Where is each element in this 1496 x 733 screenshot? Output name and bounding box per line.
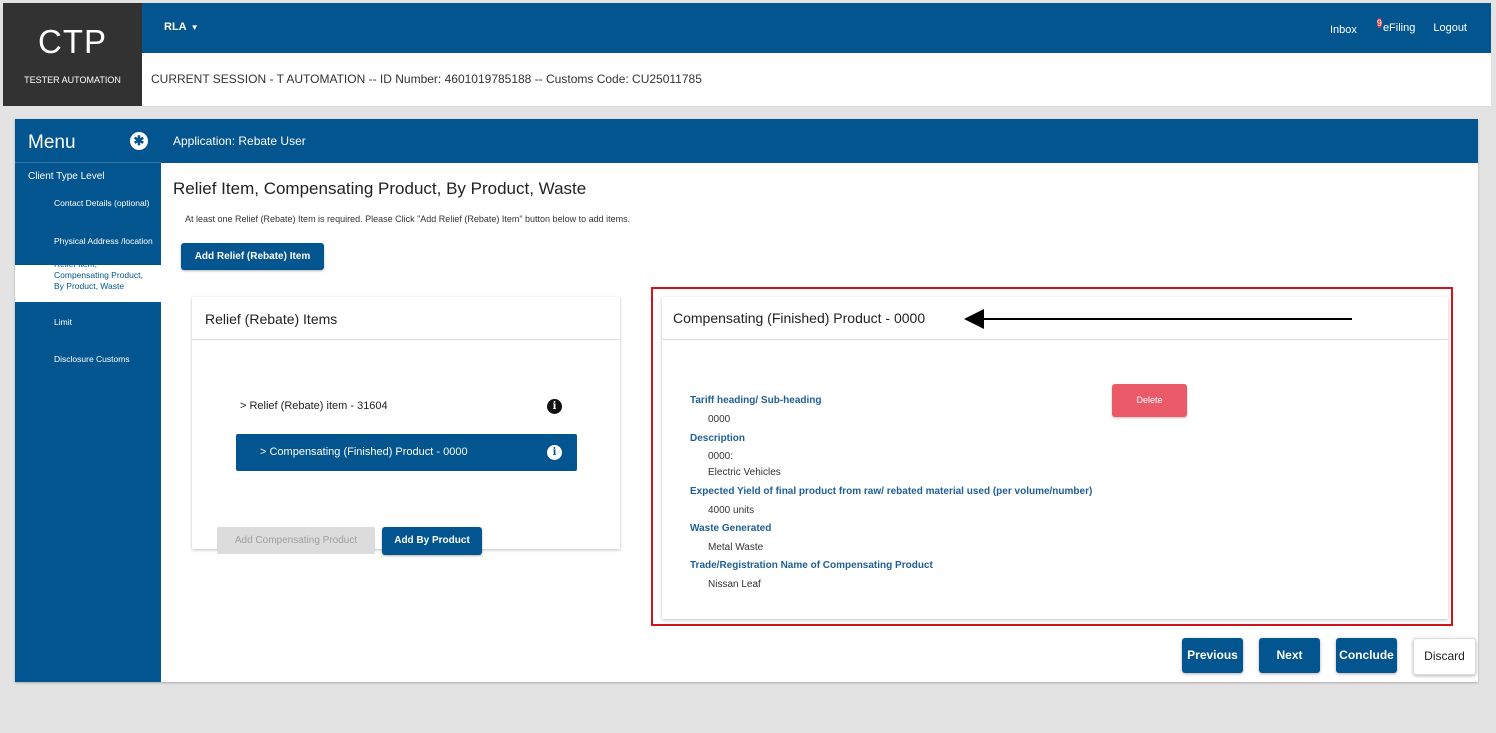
field-value-description-code: 0000: [708,451,734,462]
add-by-product-button[interactable]: Add By Product [382,527,482,555]
discard-button[interactable]: Discard [1413,638,1476,675]
inbox-label: Inbox [1329,24,1357,36]
application-bar: Application: Rebate User [161,119,1478,163]
efiling-link[interactable]: eFiling [1383,22,1415,38]
sidebar: Menu ✱ Client Type Level Contact Details… [15,119,161,682]
field-label-description: Description [690,433,746,444]
tree-item-relief[interactable]: > Relief (Rebate) item - 31604 [240,400,388,412]
relief-items-panel: Relief (Rebate) Items > Relief (Rebate) … [192,297,620,555]
sidebar-item-limit[interactable]: Limit [54,317,154,328]
field-value-expected-yield: 4000 units [708,505,755,516]
sidebar-item-physical-address[interactable]: Physical Address /location [54,236,154,247]
next-button[interactable]: Next [1259,638,1320,673]
logo-block: CTP TESTER AUTOMATION [3,3,142,106]
inbox-count-badge: 9 [1376,18,1382,28]
page-title: Relief Item, Compensating Product, By Pr… [173,179,587,198]
sidebar-item-disclosure-customs[interactable]: Disclosure Customs [54,354,154,365]
main-frame: Menu ✱ Client Type Level Contact Details… [15,119,1478,682]
app-logo: CTP [38,23,107,60]
menu-title: Menu [28,132,76,153]
previous-button[interactable]: Previous [1182,638,1243,673]
info-icon[interactable]: i [547,445,562,460]
app-menu-dropdown[interactable]: RLA ▼ [164,21,199,33]
sidebar-item-relief-item[interactable]: Relief Item, Compensating Product, By Pr… [15,265,161,302]
sidebar-item-contact-details[interactable]: Contact Details (optional) [54,198,154,209]
add-relief-item-button[interactable]: Add Relief (Rebate) Item [181,243,324,270]
add-compensating-product-button[interactable]: Add Compensating Product [217,527,375,554]
arrow-pointer-icon [964,309,984,329]
application-title: Application: Rebate User [173,134,306,148]
field-label-waste: Waste Generated [690,523,772,534]
header-links: Inbox 9 eFiling Logout [1329,18,1467,38]
field-label-trade-name: Trade/Registration Name of Compensating … [690,560,933,571]
field-label-tariff: Tariff heading/ Sub-heading [690,395,822,406]
arrow-line [982,318,1352,320]
current-user: TESTER AUTOMATION [24,75,121,85]
field-value-waste: Metal Waste [708,542,764,553]
session-info: CURRENT SESSION - T AUTOMATION -- ID Num… [151,72,702,86]
field-label-expected-yield: Expected Yield of final product from raw… [690,486,1093,497]
sidebar-item-label: Relief Item, Compensating Product, By Pr… [54,265,143,291]
page-instructions: At least one Relief (Rebate) Item is req… [185,214,631,224]
logout-link[interactable]: Logout [1433,22,1467,38]
field-value-description: Electric Vehicles [708,467,781,478]
info-icon[interactable]: i [547,399,562,414]
tree-item-label: Compensating (Finished) Product - 0000 [269,446,468,458]
session-bar: CURRENT SESSION - T AUTOMATION -- ID Num… [142,53,1491,107]
caret-down-icon: ▼ [190,23,199,32]
tree-item-compensating-selected[interactable]: > Compensating (Finished) Product - 0000… [236,434,577,471]
conclude-button[interactable]: Conclude [1336,638,1397,673]
panel-divider [192,339,620,340]
tree-item-label: Relief (Rebate) item - 31604 [249,400,388,412]
compensating-product-panel: Compensating (Finished) Product - 0000 D… [662,297,1448,619]
app-menu-label: RLA [164,21,187,33]
menu-divider [15,162,161,163]
relief-panel-title: Relief (Rebate) Items [205,311,338,327]
compensating-panel-title: Compensating (Finished) Product - 0000 [673,310,926,326]
inbox-link[interactable]: Inbox 9 [1329,18,1382,38]
field-value-tariff: 0000 [708,414,731,425]
delete-button[interactable]: Delete [1112,384,1187,417]
panel-divider [662,339,1448,340]
field-value-trade-name: Nissan Leaf [708,579,761,590]
top-navbar: RLA ▼ Inbox 9 eFiling Logout [142,3,1491,53]
pin-icon[interactable]: ✱ [130,132,148,150]
sidebar-level-title: Client Type Level [28,171,105,182]
